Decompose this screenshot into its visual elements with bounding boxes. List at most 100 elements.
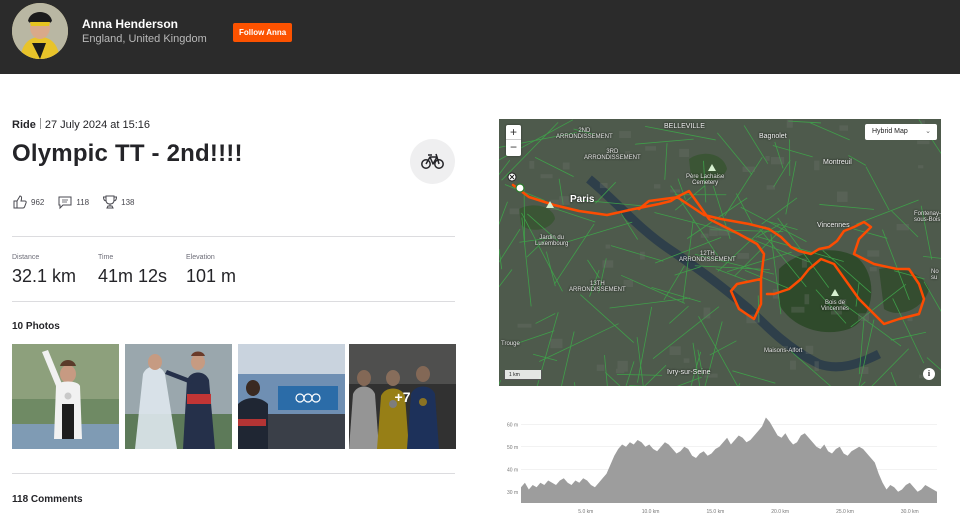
photo-thumbnail[interactable]	[238, 344, 345, 449]
stat-value: 32.1 km	[12, 266, 77, 286]
divider	[12, 473, 455, 474]
map-label: Bagnolet	[759, 133, 787, 140]
profile-header: Anna Henderson England, United Kingdom F…	[0, 0, 960, 74]
map-block	[867, 250, 880, 257]
elevation-y-tick: 30 m	[507, 490, 518, 496]
map-block	[771, 157, 785, 165]
map-block	[858, 313, 870, 322]
map-block	[801, 258, 807, 268]
social-counts: 962 118 138	[12, 194, 147, 210]
map-label: Fontenay- sous-Bois	[914, 211, 941, 223]
map-label: Ivry-sur-Seine	[667, 369, 711, 376]
sport-type-badge	[410, 139, 455, 184]
divider	[12, 301, 455, 302]
activity-type: Ride	[12, 119, 36, 131]
divider	[12, 236, 455, 237]
map-block	[669, 346, 681, 355]
kudos-count[interactable]: 962	[31, 198, 44, 207]
map-block	[814, 160, 820, 171]
map-zoom-controls: + −	[506, 125, 521, 156]
elevation-x-tick: 5.0 km	[578, 509, 593, 515]
elevation-x-tick: 25.0 km	[836, 509, 854, 515]
map-block	[765, 156, 770, 161]
achievements-count[interactable]: 138	[121, 198, 134, 207]
map-label: No su	[931, 269, 939, 281]
map-block	[605, 244, 611, 249]
trophy-icon[interactable]	[102, 194, 118, 210]
map-block	[596, 364, 605, 371]
map-block	[766, 185, 776, 190]
map-type-select[interactable]: Hybrid Map ⌄	[865, 124, 937, 140]
map-block	[599, 183, 608, 189]
athlete-location: England, United Kingdom	[82, 33, 207, 45]
map-block	[540, 174, 553, 179]
info-icon[interactable]: i	[923, 368, 935, 380]
map-label: Montreuil	[823, 159, 852, 166]
map-block	[869, 267, 877, 272]
zoom-out-button[interactable]: −	[506, 140, 521, 155]
elevation-x-tick: 15.0 km	[706, 509, 724, 515]
map-block	[679, 148, 689, 158]
stat-label: Time	[98, 254, 114, 261]
elevation-y-tick: 40 m	[507, 467, 518, 473]
divider	[39, 118, 41, 129]
stat-time: Time 41m 12s	[98, 254, 167, 287]
elevation-area[interactable]	[521, 417, 937, 504]
map-block	[670, 189, 681, 193]
map-label: 2ND ARRONDISSEMENT	[556, 128, 613, 140]
map-block	[639, 251, 645, 260]
map-block	[700, 233, 709, 238]
map-block	[737, 253, 749, 259]
map-block	[860, 367, 869, 375]
map-label: Vincennes	[817, 222, 850, 229]
map-label: Père Lachaise Cemetery	[686, 174, 725, 186]
zoom-in-button[interactable]: +	[506, 125, 521, 140]
map-block	[814, 361, 819, 371]
map-block	[615, 368, 625, 374]
thumbs-up-icon[interactable]	[12, 194, 28, 210]
map-block	[517, 323, 532, 328]
route-map[interactable]: BELLEVILLE Bagnolet Montreuil Fontenay- …	[499, 119, 941, 386]
map-scale: 1 km	[504, 370, 542, 380]
map-block	[805, 345, 814, 355]
map-block	[836, 191, 848, 202]
activity-meta: Ride 27 July 2024 at 15:16	[12, 118, 150, 131]
stat-value: 101 m	[186, 266, 237, 286]
more-photos-overlay[interactable]: +7	[349, 344, 456, 449]
map-block	[683, 358, 690, 363]
map-block	[918, 165, 924, 169]
photo-thumbnail[interactable]	[12, 344, 119, 449]
follow-button[interactable]: Follow Anna	[233, 23, 293, 42]
map-block	[896, 223, 909, 231]
map-block	[529, 160, 535, 169]
map-label: Paris	[570, 194, 595, 205]
elevation-x-tick: 30.0 km	[901, 509, 919, 515]
map-block	[703, 307, 711, 319]
bicycle-icon	[421, 153, 444, 169]
activity-title: Olympic TT - 2nd!!!!	[12, 140, 243, 167]
map-label: Trouge	[501, 341, 520, 347]
elevation-x-tick: 20.0 km	[771, 509, 789, 515]
activity-date: 27 July 2024 at 15:16	[44, 119, 151, 131]
athlete-name[interactable]: Anna Henderson	[82, 17, 178, 31]
map-block	[709, 225, 718, 237]
map-block	[559, 196, 570, 205]
map-block	[742, 166, 755, 172]
photo-thumbnail[interactable]	[125, 344, 232, 449]
chevron-down-icon: ⌄	[925, 128, 931, 135]
photo-thumbnail[interactable]: +7	[349, 344, 456, 449]
map-label: BELLEVILLE	[664, 123, 705, 130]
avatar[interactable]	[12, 3, 68, 59]
map-block	[602, 260, 614, 268]
map-label: Bois de Vincennes	[821, 300, 849, 312]
comment-icon[interactable]	[57, 194, 73, 210]
elevation-profile[interactable]: 60 m 50 m 40 m 30 m 5.0 km 10.0 km 15.0 km 20.0…	[499, 405, 941, 515]
comments-count[interactable]: 118	[76, 198, 89, 207]
stat-label: Distance	[12, 254, 40, 261]
map-label: 13TH ARRONDISSEMENT	[569, 281, 626, 293]
map-block	[509, 208, 520, 215]
map-block	[786, 119, 793, 128]
map-block	[917, 140, 930, 145]
photos-heading: 10 Photos	[12, 321, 60, 332]
map-block	[619, 131, 631, 139]
